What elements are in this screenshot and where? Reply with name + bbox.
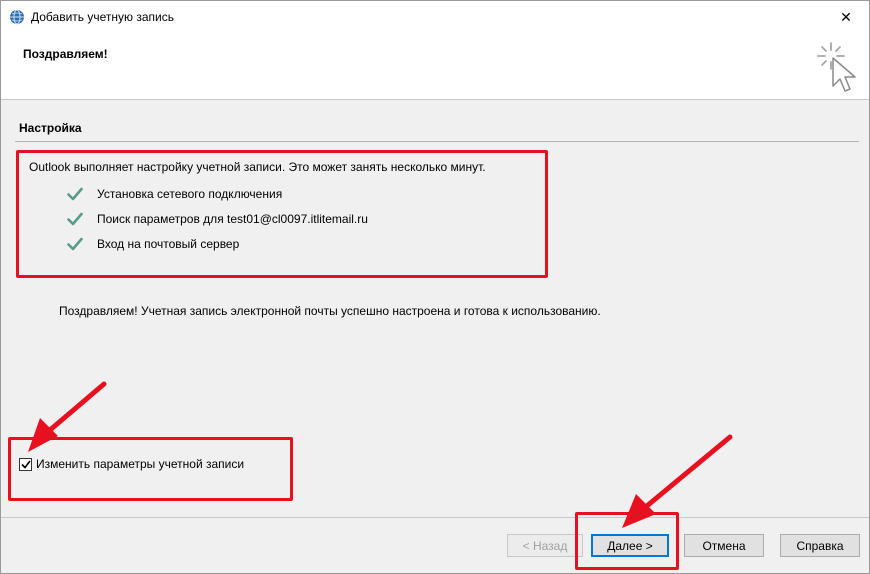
checkmark-icon [67, 187, 83, 200]
add-account-dialog: Добавить учетную запись ✕ Поздравляем! Н… [0, 0, 870, 574]
section-divider [15, 141, 859, 142]
checkbox-check-icon [20, 460, 31, 469]
footer-divider [1, 517, 869, 518]
header-title: Поздравляем! [23, 47, 108, 61]
setup-step-label: Установка сетевого подключения [97, 186, 283, 201]
change-settings-label[interactable]: Изменить параметры учетной записи [36, 457, 244, 471]
close-button[interactable]: ✕ [823, 1, 869, 33]
setup-step-label: Поиск параметров для test01@cl0097.itlit… [97, 211, 368, 226]
change-settings-option[interactable]: Изменить параметры учетной записи [19, 457, 244, 471]
cancel-button[interactable]: Отмена [684, 534, 764, 557]
setup-step-label: Вход на почтовый сервер [97, 236, 240, 251]
dialog-header: Поздравляем! [1, 33, 869, 100]
checkmark-icon [67, 237, 83, 250]
back-button[interactable]: < Назад [507, 534, 583, 557]
setup-intro-text: Outlook выполняет настройку учетной запи… [29, 160, 486, 174]
window-title: Добавить учетную запись [31, 10, 174, 24]
help-button[interactable]: Справка [780, 534, 860, 557]
next-button[interactable]: Далее > [591, 534, 669, 557]
success-message: Поздравляем! Учетная запись электронной … [59, 304, 601, 318]
close-icon: ✕ [840, 8, 852, 25]
setup-step: Установка сетевого подключения [67, 181, 368, 206]
setup-step: Вход на почтовый сервер [67, 231, 368, 256]
checkmark-icon [67, 212, 83, 225]
title-bar[interactable]: Добавить учетную запись ✕ [1, 1, 869, 33]
change-settings-checkbox[interactable] [19, 457, 32, 471]
section-title: Настройка [19, 121, 82, 135]
magic-wand-cursor-icon [817, 42, 856, 92]
setup-step: Поиск параметров для test01@cl0097.itlit… [67, 206, 368, 231]
outlook-globe-icon [10, 9, 24, 25]
setup-steps-list: Установка сетевого подключения Поиск пар… [67, 181, 368, 256]
